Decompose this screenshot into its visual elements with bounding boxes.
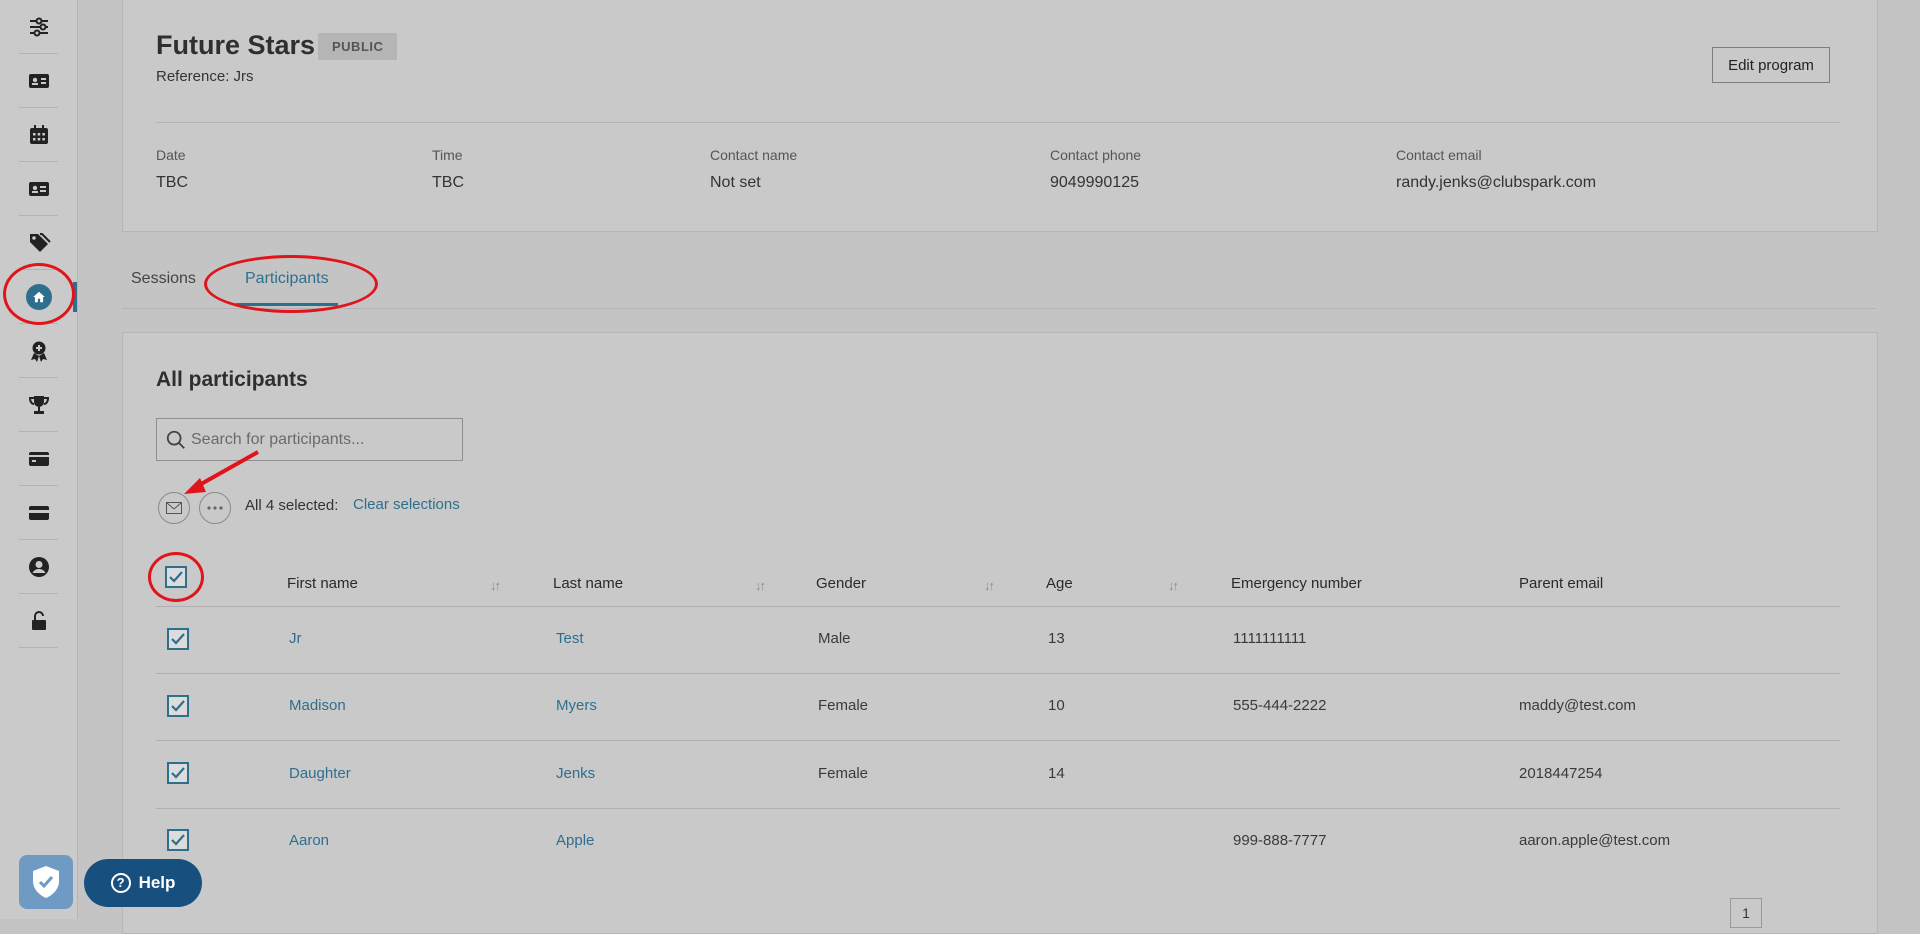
unlock-icon [31,611,46,630]
page-title: Future Stars [156,30,316,60]
row-checkbox[interactable] [167,829,189,851]
sidebar-item-home[interactable] [0,270,77,324]
active-tab-indicator [236,303,338,306]
help-button[interactable]: ? Help [84,859,202,907]
contact-name-label: Contact name [710,147,798,163]
credit-card-icon [28,506,49,520]
time-value: TBC [432,174,464,191]
participant-parent-email: 2018447254 [1519,765,1603,782]
sidebar-item-competitions[interactable] [0,378,77,432]
question-icon: ? [110,873,131,893]
visibility-badge: PUBLIC [318,33,398,60]
row-divider [156,673,1840,674]
participant-first-name[interactable]: Jr [289,630,302,647]
participant-last-name[interactable]: Test [556,630,584,647]
participant-parent-email: aaron.apple@test.com [1519,832,1671,849]
tab-participants[interactable]: Participants [245,270,329,288]
row-divider [156,740,1840,741]
checkmark-icon [169,571,183,583]
ticket-icon [28,452,49,466]
participant-last-name[interactable]: Myers [556,697,597,714]
participant-last-name[interactable]: Apple [556,832,594,849]
sidebar-item-payments[interactable] [0,486,77,540]
participant-parent-email: maddy@test.com [1519,697,1636,714]
contact-email-label: Contact email [1396,147,1482,163]
participant-emergency-number: 1111111111 [1233,630,1307,647]
trophy-icon [28,396,49,414]
sort-icon[interactable]: ↓↑ [490,578,501,593]
participant-emergency-number: 555-444-2222 [1233,697,1327,714]
select-all-checkbox[interactable] [165,566,187,588]
contact-email-value: randy.jenks@clubspark.com [1396,174,1597,191]
contact-name-value: Not set [710,174,761,191]
col-header-first-name[interactable]: First name [287,575,358,592]
tab-sessions[interactable]: Sessions [131,270,196,288]
sort-icon[interactable]: ↓↑ [984,578,995,593]
sidebar-item-logout[interactable] [0,594,77,648]
contact-phone-value: 9049990125 [1050,174,1139,191]
participant-last-name[interactable]: Jenks [556,765,595,782]
row-checkbox[interactable] [167,762,189,784]
time-label: Time [432,147,463,163]
participant-first-name[interactable]: Daughter [289,765,351,782]
sidebar-item-settings[interactable] [0,0,77,54]
col-header-age[interactable]: Age [1046,575,1073,592]
participant-age: 14 [1048,765,1065,782]
sort-icon[interactable]: ↓↑ [755,578,766,593]
tabs-divider [122,308,1876,309]
col-header-last-name[interactable]: Last name [553,575,623,592]
col-header-emergency-number: Emergency number [1231,575,1362,592]
help-label: Help [138,873,176,892]
participant-first-name[interactable]: Aaron [289,832,329,849]
date-label: Date [156,147,186,163]
sidebar-item-pricing[interactable] [0,216,77,270]
header-divider [156,122,1840,123]
pagination-page-1[interactable]: 1 [1730,898,1762,928]
home-icon-badge [25,284,52,310]
participant-gender: Female [818,697,869,714]
user-icon [28,557,49,577]
edit-program-button[interactable]: Edit program [1712,47,1830,83]
header-divider [156,606,1840,607]
checkmark-icon [171,700,185,712]
sidebar-item-contacts[interactable] [0,162,77,216]
participant-age: 10 [1048,697,1065,714]
date-value: TBC [156,174,188,191]
sort-icon[interactable]: ↓↑ [1168,578,1179,593]
sidebar-item-account[interactable] [0,540,77,594]
contact-phone-label: Contact phone [1050,147,1142,163]
sidebar-item-bookings[interactable] [0,432,77,486]
section-title: All participants [156,368,308,391]
clear-selections-link[interactable]: Clear selections [353,496,460,513]
program-reference: Reference: Jrs [156,68,254,85]
row-divider [156,808,1840,809]
home-icon [32,291,45,303]
calendar-icon [29,125,48,144]
checkmark-icon [171,767,185,779]
contact-card-icon [28,182,49,196]
checkmark-icon [171,834,185,846]
sliders-icon [29,17,48,37]
row-checkbox[interactable] [167,628,189,650]
id-card-icon [28,74,49,88]
participant-gender: Male [818,630,851,647]
sidebar-item-calendar[interactable] [0,108,77,162]
row-checkbox[interactable] [167,695,189,717]
col-header-gender[interactable]: Gender [816,575,866,592]
participant-first-name[interactable]: Madison [289,697,346,714]
award-icon [30,341,47,362]
sidebar-item-membership[interactable] [0,54,77,108]
col-header-parent-email: Parent email [1519,575,1604,592]
annotation-arrow [184,450,259,494]
participant-emergency-number: 999-888-7777 [1233,832,1327,849]
participant-age: 13 [1048,630,1065,647]
sidebar-item-awards[interactable] [0,324,77,378]
sidebar-nav [0,0,78,919]
tags-icon [29,233,51,252]
participant-gender: Female [818,765,869,782]
shield-check-icon [33,866,59,898]
privacy-shield-button[interactable] [19,855,73,909]
checkmark-icon [171,633,185,645]
